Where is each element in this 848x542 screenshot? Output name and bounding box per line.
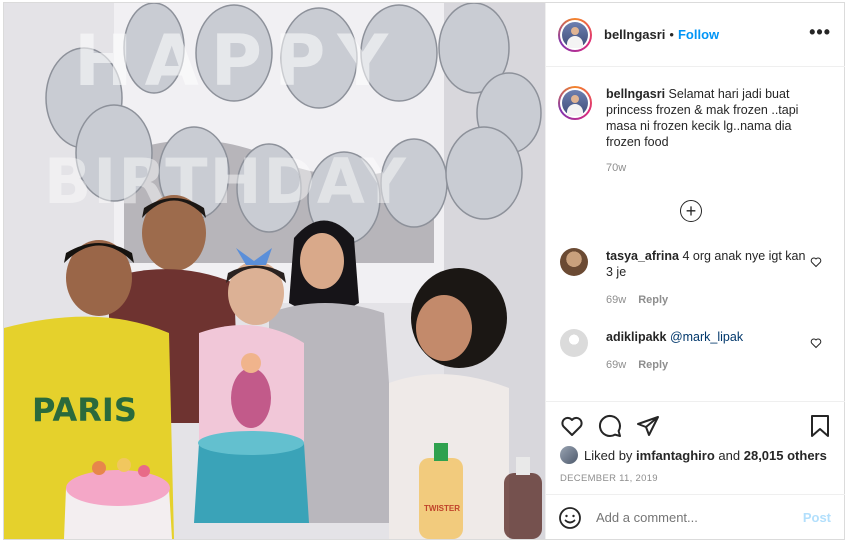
balloon-text-birthday: BIRTHDAY (44, 145, 408, 218)
follow-button[interactable]: Follow (678, 27, 719, 42)
caption-avatar[interactable] (558, 86, 592, 120)
post-date[interactable]: DECEMBER 11, 2019 (560, 473, 658, 484)
comment-time[interactable]: 69w (606, 294, 626, 306)
author-username[interactable]: bellngasri (604, 27, 665, 42)
post-photo[interactable]: HAPPY BIRTHDAY PARIS TWISTER (4, 3, 545, 539)
caption-time[interactable]: 70w (606, 160, 806, 176)
reply-button[interactable]: Reply (638, 294, 668, 306)
caption-username[interactable]: bellngasri (606, 87, 665, 101)
emoji-smile-icon[interactable] (558, 506, 582, 530)
comment-username[interactable]: tasya_afrina (606, 249, 679, 263)
comment-mention[interactable]: @mark_lipak (670, 330, 743, 344)
liker-username[interactable]: imfantaghiro (636, 448, 715, 463)
comment-like-heart-icon[interactable] (810, 256, 822, 268)
post-header: bellngasri • Follow ••• (546, 3, 845, 67)
comment-avatar[interactable] (560, 329, 588, 357)
instagram-post: HAPPY BIRTHDAY PARIS TWISTER bellngasri … (3, 2, 845, 540)
post-comment-button[interactable]: Post (803, 510, 831, 525)
comment-username[interactable]: adiklipakk (606, 330, 666, 344)
comment-like-heart-icon[interactable] (810, 337, 822, 349)
liker-avatar[interactable] (560, 446, 578, 464)
bottle-label: TWISTER (424, 504, 460, 513)
author-avatar[interactable] (558, 17, 592, 52)
like-heart-icon[interactable] (560, 414, 584, 438)
save-bookmark-icon[interactable] (809, 414, 831, 438)
add-comment-input[interactable] (596, 510, 786, 525)
comment-bubble-icon[interactable] (598, 414, 622, 438)
likes-summary[interactable]: Liked by imfantaghiro and 28,015 others (560, 446, 827, 464)
more-options-icon[interactable]: ••• (809, 23, 831, 41)
comment-time[interactable]: 69w (606, 359, 626, 371)
likes-count[interactable]: 28,015 others (744, 448, 827, 463)
photo-illustration: HAPPY BIRTHDAY PARIS TWISTER (4, 3, 545, 539)
likes-prefix: Liked by (584, 447, 633, 463)
header-separator: • (669, 27, 674, 42)
comment-item: tasya_afrina 4 org anak nye igt kan 3 je… (560, 248, 830, 308)
likes-joiner: and (718, 447, 741, 463)
post-caption: bellngasri Selamat hari jadi buat prince… (558, 86, 828, 176)
comment-item: adiklipakk @mark_lipak 69w Reply (560, 329, 830, 373)
balloon-text-happy: HAPPY (74, 20, 400, 102)
load-more-comments-icon[interactable]: + (680, 200, 702, 222)
add-comment-bar: Post (546, 494, 845, 540)
post-side-panel: bellngasri • Follow ••• bellngasri Selam… (545, 3, 845, 539)
share-paper-plane-icon[interactable] (636, 414, 660, 438)
post-actions: Liked by imfantaghiro and 28,015 others … (546, 401, 845, 539)
shirt-text: PARIS (32, 391, 137, 429)
reply-button[interactable]: Reply (638, 359, 668, 371)
comments-list[interactable]: bellngasri Selamat hari jadi buat prince… (546, 68, 845, 388)
comment-avatar[interactable] (560, 248, 588, 276)
